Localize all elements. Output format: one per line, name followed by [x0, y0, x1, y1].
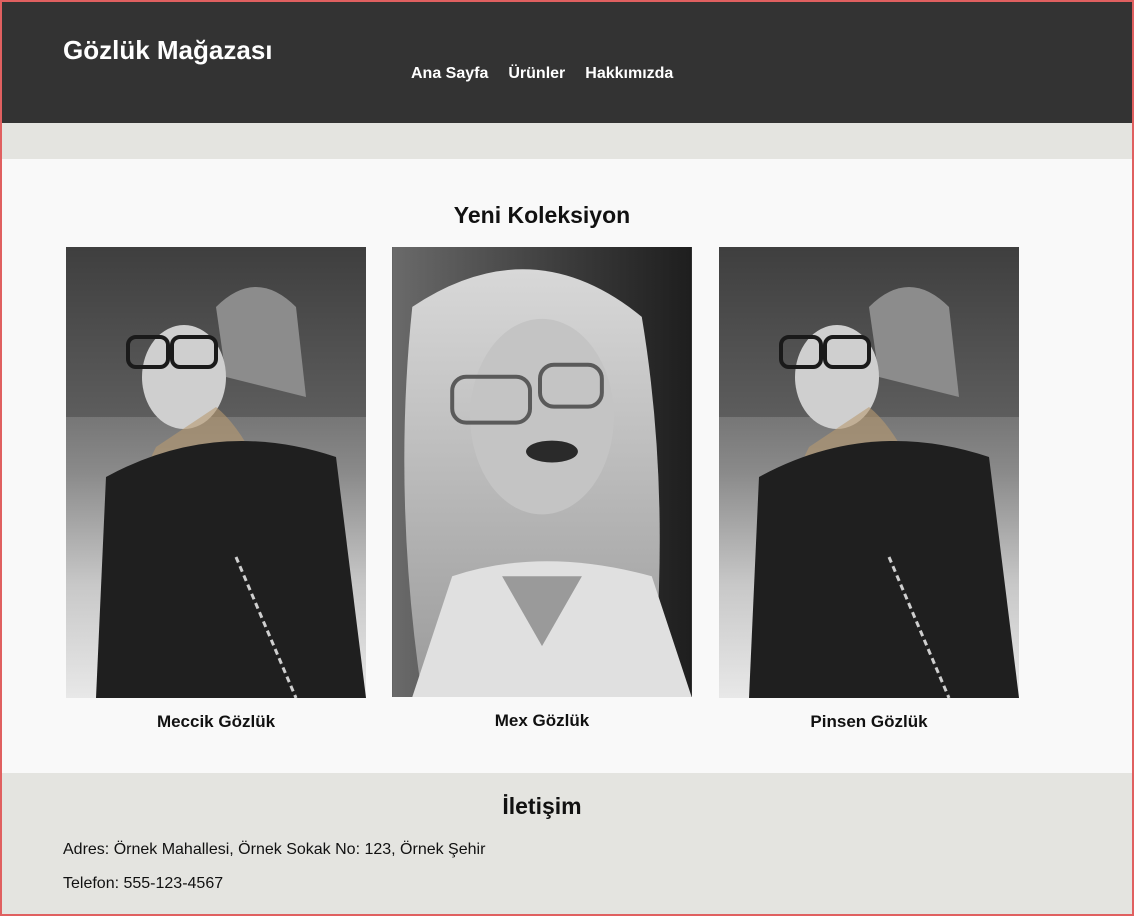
nav-link-about[interactable]: Hakkımızda: [585, 65, 673, 83]
collection-title: Yeni Koleksiyon: [453, 202, 631, 228]
product-card[interactable]: Meccik Gözlük: [66, 247, 366, 732]
contact-address: Adres: Örnek Mahallesi, Örnek Sokak No: …: [63, 841, 486, 858]
nav-link-home[interactable]: Ana Sayfa: [411, 65, 488, 83]
hero-band: [2, 123, 1132, 159]
main-nav: Ana Sayfa Ürünler Hakkımızda: [411, 65, 693, 83]
site-logo-title[interactable]: Gözlük Mağazası: [63, 35, 273, 66]
contact-section: İletişim Adres: Örnek Mahallesi, Örnek S…: [2, 773, 1132, 914]
product-card[interactable]: Mex Gözlük: [392, 247, 692, 731]
collection-section: Yeni Koleksiyon Meccik Gözlük Mex Gözlük…: [2, 159, 1132, 773]
product-name[interactable]: Pinsen Gözlük: [719, 712, 1019, 732]
product-photo[interactable]: [66, 247, 366, 698]
product-photo[interactable]: [719, 247, 1019, 698]
nav-link-products[interactable]: Ürünler: [508, 65, 565, 83]
product-card[interactable]: Pinsen Gözlük: [719, 247, 1019, 732]
contact-title: İletişim: [502, 793, 582, 819]
page-frame: Gözlük Mağazası Ana Sayfa Ürünler Hakkım…: [0, 0, 1134, 916]
product-photo[interactable]: [392, 247, 692, 697]
product-name[interactable]: Meccik Gözlük: [66, 712, 366, 732]
site-header: Gözlük Mağazası Ana Sayfa Ürünler Hakkım…: [2, 2, 1132, 123]
product-name[interactable]: Mex Gözlük: [392, 711, 692, 731]
contact-phone: Telefon: 555-123-4567: [63, 875, 224, 892]
